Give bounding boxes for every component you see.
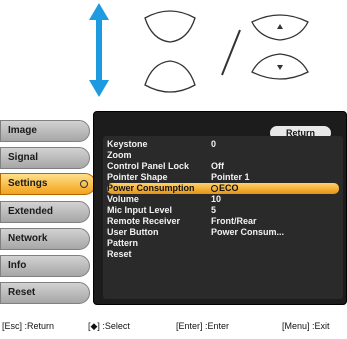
tab-info[interactable]: Info xyxy=(0,255,90,277)
settings-menu-panel: Return Keystone 0 Zoom Control Panel Lock… xyxy=(93,111,347,305)
menu-item-value: ECO xyxy=(211,183,239,194)
menu-item-value: 5 xyxy=(211,205,217,215)
menu-item-label: Remote Receiver xyxy=(107,216,181,226)
eco-mode-icon xyxy=(211,185,218,193)
menu-item-keystone[interactable]: Keystone 0 xyxy=(107,139,339,150)
help-menu-exit: [Menu] :Exit xyxy=(282,321,330,331)
menu-item-remote-receiver[interactable]: Remote Receiver Front/Rear xyxy=(107,216,339,227)
menu-item-control-panel-lock[interactable]: Control Panel Lock Off xyxy=(107,161,339,172)
menu-item-user-button[interactable]: User Button Power Consum... xyxy=(107,227,339,238)
tab-label: Network xyxy=(8,233,48,244)
tab-label: Extended xyxy=(8,206,54,217)
menu-item-value: Pointer 1 xyxy=(211,172,250,182)
menu-item-zoom[interactable]: Zoom xyxy=(107,150,339,161)
menu-item-value-text: ECO xyxy=(219,183,239,193)
tab-network[interactable]: Network xyxy=(0,228,90,250)
up-down-arrow-icon xyxy=(89,3,109,97)
tab-extended[interactable]: Extended xyxy=(0,201,90,223)
separator-slash xyxy=(221,29,241,76)
tab-reset[interactable]: Reset xyxy=(0,282,90,304)
menu-item-pattern[interactable]: Pattern xyxy=(107,238,339,249)
menu-item-label: Pointer Shape xyxy=(107,172,168,182)
tab-label: Image xyxy=(8,125,37,136)
tab-label: Signal xyxy=(8,152,39,163)
menu-item-label: User Button xyxy=(107,227,159,237)
menu-item-reset[interactable]: Reset xyxy=(107,249,339,260)
menu-item-label: Zoom xyxy=(107,150,132,160)
menu-item-value: 10 xyxy=(211,194,222,204)
tab-settings[interactable]: Settings xyxy=(0,173,96,195)
menu-item-label: Power Consumption xyxy=(107,183,195,193)
menu-item-volume[interactable]: Volume 10 xyxy=(107,194,339,205)
menu-item-value: Power Consum... xyxy=(211,227,285,237)
menu-item-label: Keystone xyxy=(107,139,148,149)
tab-label: Info xyxy=(8,260,27,271)
menu-item-value: 0 xyxy=(211,139,217,149)
menu-item-power-consumption[interactable]: Power Consumption ECO xyxy=(107,183,339,194)
up-button-outline xyxy=(144,10,196,43)
help-esc-return: [Esc] :Return xyxy=(2,321,55,331)
tab-label: Settings xyxy=(8,178,48,189)
menu-item-mic-input-level[interactable]: Mic Input Level 5 xyxy=(107,205,339,216)
menu-item-value: Front/Rear xyxy=(211,216,257,226)
help-select: [◆] :Select xyxy=(88,321,130,331)
menu-item-label: Mic Input Level xyxy=(107,205,173,215)
key-help-bar: [Esc] :Return [◆] :Select [Enter] :Enter… xyxy=(0,321,347,335)
menu-item-value: Off xyxy=(211,161,224,171)
navigation-diagram xyxy=(89,3,309,97)
menu-item-label: Volume xyxy=(107,194,139,204)
down-button-outline xyxy=(144,60,196,93)
menu-item-label: Control Panel Lock xyxy=(107,161,190,171)
help-enter: [Enter] :Enter xyxy=(176,321,230,331)
menu-item-label: Reset xyxy=(107,249,132,259)
selected-indicator-icon xyxy=(80,180,88,188)
tab-image[interactable]: Image xyxy=(0,120,90,142)
menu-item-label: Pattern xyxy=(107,238,139,248)
menu-item-pointer-shape[interactable]: Pointer Shape Pointer 1 xyxy=(107,172,339,183)
tab-label: Reset xyxy=(8,287,36,298)
tab-signal[interactable]: Signal xyxy=(0,147,90,169)
